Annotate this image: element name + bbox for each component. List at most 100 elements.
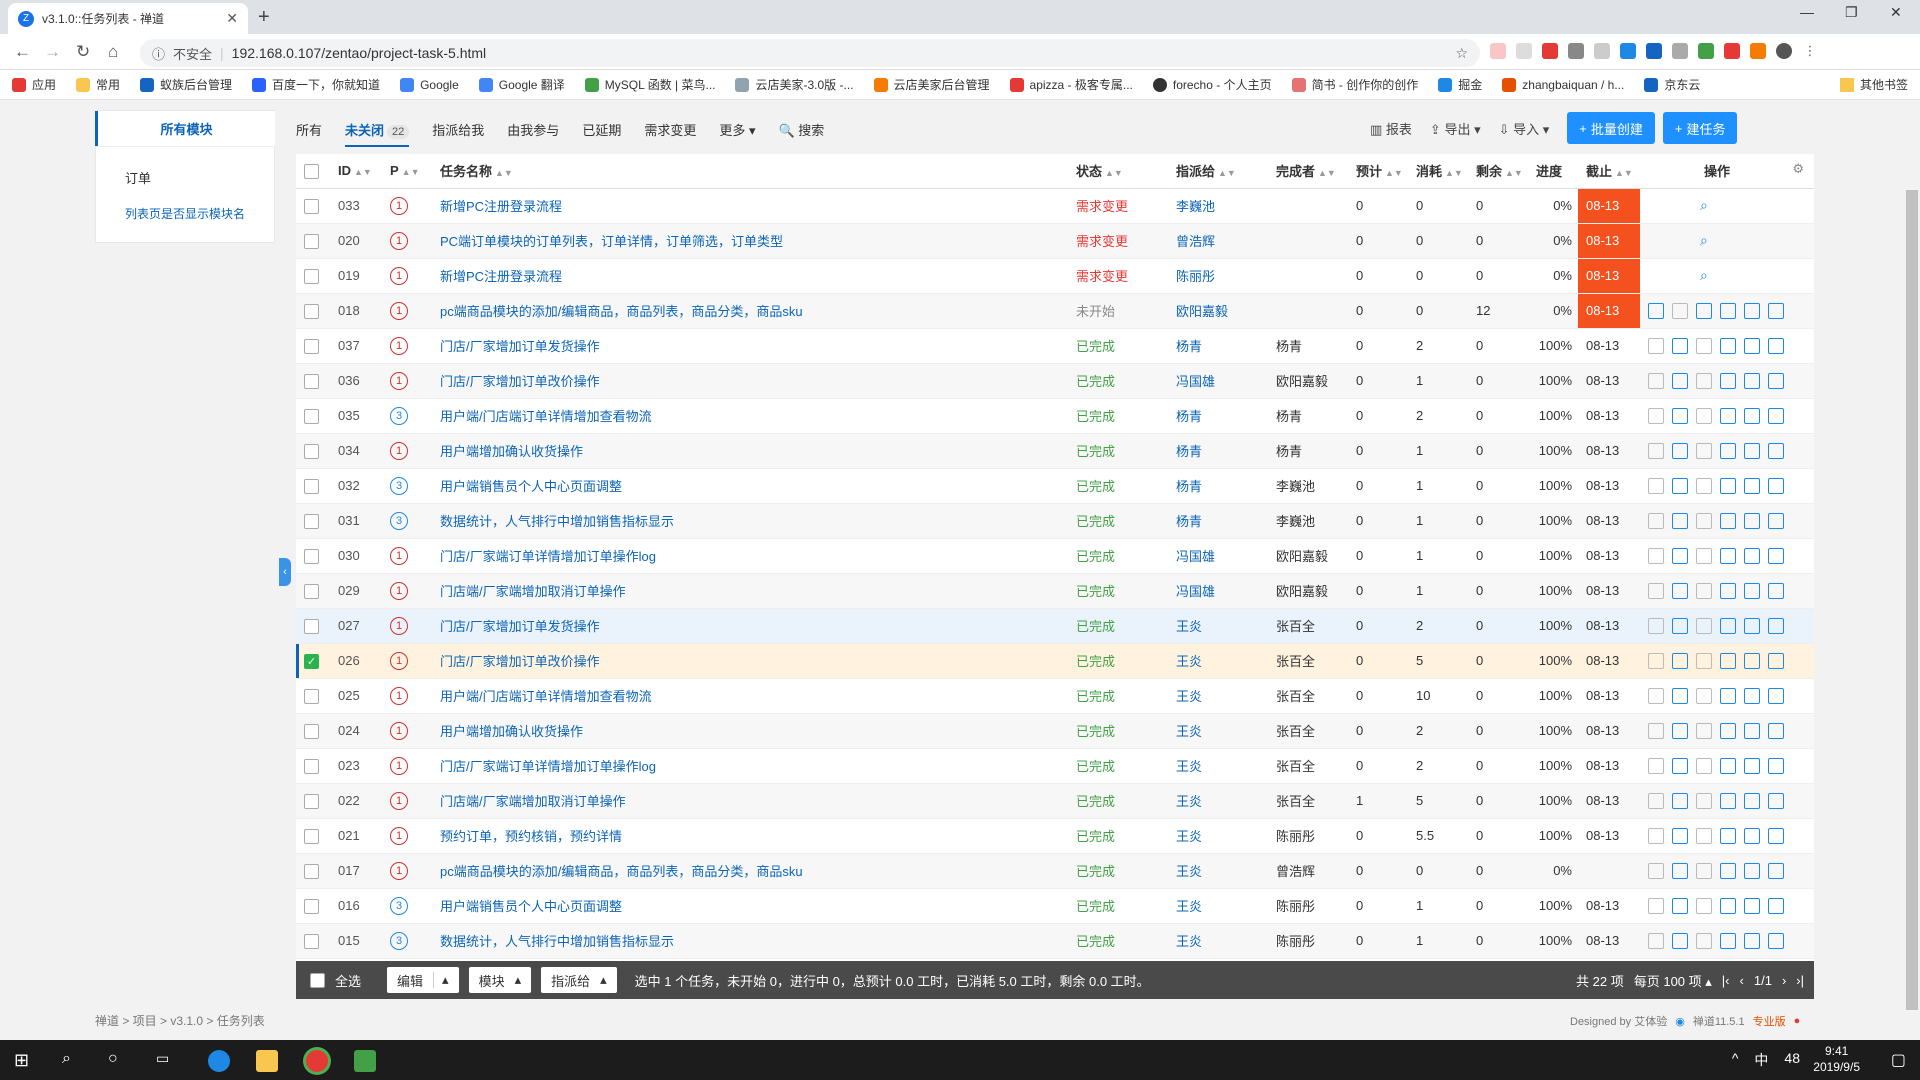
assigned-to-link[interactable]: 王炎 — [1168, 818, 1268, 854]
per-page-select[interactable]: 每页 100 项 ▴ — [1634, 971, 1712, 990]
finish-task-icon[interactable] — [1696, 652, 1712, 669]
finish-task-icon[interactable] — [1696, 617, 1712, 634]
subtask-tree-icon[interactable] — [1768, 792, 1784, 809]
assigned-to-link[interactable]: 杨青 — [1168, 328, 1268, 364]
browser-tab[interactable]: Z v3.1.0::任务列表 - 禅道 ✕ — [8, 3, 248, 34]
task-name-link[interactable]: pc端商品模块的添加/编辑商品，商品列表，商品分类，商品sku — [432, 853, 1068, 889]
table-row[interactable]: 022 1 门店端/厂家端增加取消订单操作 已完成 王炎 张百全 1 5 0 100% 08-13 — [296, 783, 1814, 819]
row-checkbox[interactable] — [296, 538, 330, 574]
table-row[interactable]: 015 3 数据统计，人气排行中增加销售指标显示 已完成 王炎 陈丽彤 0 1 0 100% 08-… — [296, 923, 1814, 959]
record-effort-icon[interactable] — [1720, 582, 1736, 599]
edit-icon[interactable] — [1744, 897, 1760, 914]
windows-start-icon[interactable]: ⊞ — [14, 1050, 36, 1072]
finish-task-icon[interactable] — [1696, 722, 1712, 739]
task-id[interactable]: 029 — [330, 573, 382, 609]
assigned-to-link[interactable]: 曾浩辉 — [1168, 223, 1268, 259]
search-button[interactable]: 🔍 搜索 — [778, 120, 824, 139]
edge-icon[interactable] — [208, 1050, 230, 1072]
record-effort-icon[interactable] — [1720, 932, 1736, 949]
search-icon[interactable]: ⌕ — [62, 1050, 84, 1072]
start-task-icon[interactable] — [1648, 337, 1664, 354]
subtask-tree-icon[interactable] — [1768, 932, 1784, 949]
table-row[interactable]: 021 1 预约订单，预约核销，预约详情 已完成 王炎 陈丽彤 0 5.5 0 100% 08-13 — [296, 818, 1814, 854]
task-id[interactable]: 035 — [330, 398, 382, 434]
start-task-icon[interactable] — [1648, 897, 1664, 914]
bookmark-item[interactable]: zhangbaiquan / h... — [1502, 77, 1624, 92]
finish-task-icon[interactable] — [1696, 757, 1712, 774]
table-row[interactable]: 018 1 pc端商品模块的添加/编辑商品，商品列表，商品分类，商品sku 未开始 欧阳… — [296, 293, 1814, 329]
restart-task-icon[interactable] — [1672, 757, 1688, 774]
subtask-tree-icon[interactable] — [1768, 477, 1784, 494]
edit-icon[interactable] — [1744, 687, 1760, 704]
subtask-tree-icon[interactable] — [1768, 722, 1784, 739]
record-effort-icon[interactable] — [1720, 862, 1736, 879]
reload-icon[interactable]: ↻ — [76, 42, 90, 62]
cortana-icon[interactable]: ○ — [108, 1050, 130, 1072]
edit-icon[interactable] — [1744, 337, 1760, 354]
bookmark-item[interactable]: 云店美家后台管理 — [873, 76, 990, 93]
record-effort-icon[interactable] — [1720, 512, 1736, 529]
tab-all[interactable]: 所有 — [296, 120, 322, 139]
row-checkbox[interactable] — [296, 503, 330, 539]
bookmark-star-icon[interactable]: ☆ — [1455, 45, 1468, 62]
new-tab-button[interactable]: + — [258, 6, 270, 29]
row-checkbox[interactable] — [296, 398, 330, 434]
forward-icon[interactable]: → — [44, 42, 61, 62]
finish-task-icon[interactable] — [1696, 477, 1712, 494]
task-id[interactable]: 022 — [330, 783, 382, 819]
task-name-link[interactable]: 门店端/厂家端增加取消订单操作 — [432, 783, 1068, 819]
col-estimate[interactable]: 预计 ▲▼ — [1348, 154, 1408, 189]
record-effort-icon[interactable] — [1720, 547, 1736, 564]
bookmark-item[interactable]: 蚁族后台管理 — [140, 76, 232, 93]
page-scrollbar[interactable] — [1906, 190, 1918, 1010]
extension-icon[interactable] — [1750, 43, 1766, 59]
restart-task-icon[interactable] — [1672, 372, 1688, 389]
row-checkbox[interactable]: ✓ — [296, 643, 330, 679]
edit-icon[interactable] — [1744, 757, 1760, 774]
ime-indicator[interactable]: 中 — [1754, 1050, 1768, 1070]
tab-more[interactable]: 更多 ▾ — [719, 120, 755, 139]
bookmark-item[interactable]: MySQL 函数 | 菜鸟... — [584, 76, 715, 93]
row-checkbox[interactable] — [296, 468, 330, 504]
bookmark-item[interactable]: forecho - 个人主页 — [1152, 76, 1272, 93]
edit-icon[interactable] — [1744, 302, 1760, 319]
record-effort-icon[interactable] — [1720, 652, 1736, 669]
tab-delayed[interactable]: 已延期 — [582, 120, 621, 139]
close-window-button[interactable]: ✕ — [1890, 4, 1902, 21]
task-id[interactable]: 020 — [330, 223, 382, 259]
task-id[interactable]: 023 — [330, 748, 382, 784]
start-task-icon[interactable] — [1648, 582, 1664, 599]
start-task-icon[interactable] — [1648, 722, 1664, 739]
table-row[interactable]: 034 1 用户端增加确认收货操作 已完成 杨青 杨青 0 1 0 100% 08-13 — [296, 433, 1814, 469]
search-icon[interactable]: ⌕ — [1700, 267, 1708, 283]
task-name-link[interactable]: 用户端销售员个人中心页面调整 — [432, 468, 1068, 504]
restart-task-icon[interactable] — [1672, 792, 1688, 809]
task-id[interactable]: 036 — [330, 363, 382, 399]
edit-icon[interactable] — [1744, 582, 1760, 599]
assigned-to-link[interactable]: 杨青 — [1168, 468, 1268, 504]
task-name-link[interactable]: 新增PC注册登录流程 — [432, 188, 1068, 224]
table-row[interactable]: 027 1 门店/厂家增加订单发货操作 已完成 王炎 张百全 0 2 0 100% 08-13 — [296, 608, 1814, 644]
sidebar-item-order[interactable]: 订单 — [125, 168, 151, 187]
finish-task-icon[interactable] — [1696, 302, 1712, 319]
tray-badge[interactable]: 48 — [1784, 1050, 1800, 1070]
row-checkbox[interactable] — [296, 818, 330, 854]
extension-icon[interactable] — [1724, 43, 1740, 59]
row-checkbox[interactable] — [296, 678, 330, 714]
edition-label[interactable]: 专业版 — [1753, 1013, 1786, 1029]
back-icon[interactable]: ← — [14, 42, 31, 62]
task-name-link[interactable]: 门店端/厂家端增加取消订单操作 — [432, 573, 1068, 609]
col-finished-by[interactable]: 完成者 ▲▼ — [1268, 154, 1348, 189]
bookmark-item[interactable]: 应用 — [12, 76, 56, 93]
record-effort-icon[interactable] — [1720, 442, 1736, 459]
start-task-icon[interactable] — [1648, 932, 1664, 949]
subtask-tree-icon[interactable] — [1768, 442, 1784, 459]
task-id[interactable]: 032 — [330, 468, 382, 504]
subtask-tree-icon[interactable] — [1768, 617, 1784, 634]
task-id[interactable]: 033 — [330, 188, 382, 224]
sidebar-module-name-link[interactable]: 列表页是否显示模块名 — [125, 205, 245, 222]
row-checkbox[interactable] — [296, 363, 330, 399]
col-consumed[interactable]: 消耗 ▲▼ — [1408, 154, 1468, 189]
start-task-icon[interactable] — [1648, 862, 1664, 879]
subtask-tree-icon[interactable] — [1768, 827, 1784, 844]
